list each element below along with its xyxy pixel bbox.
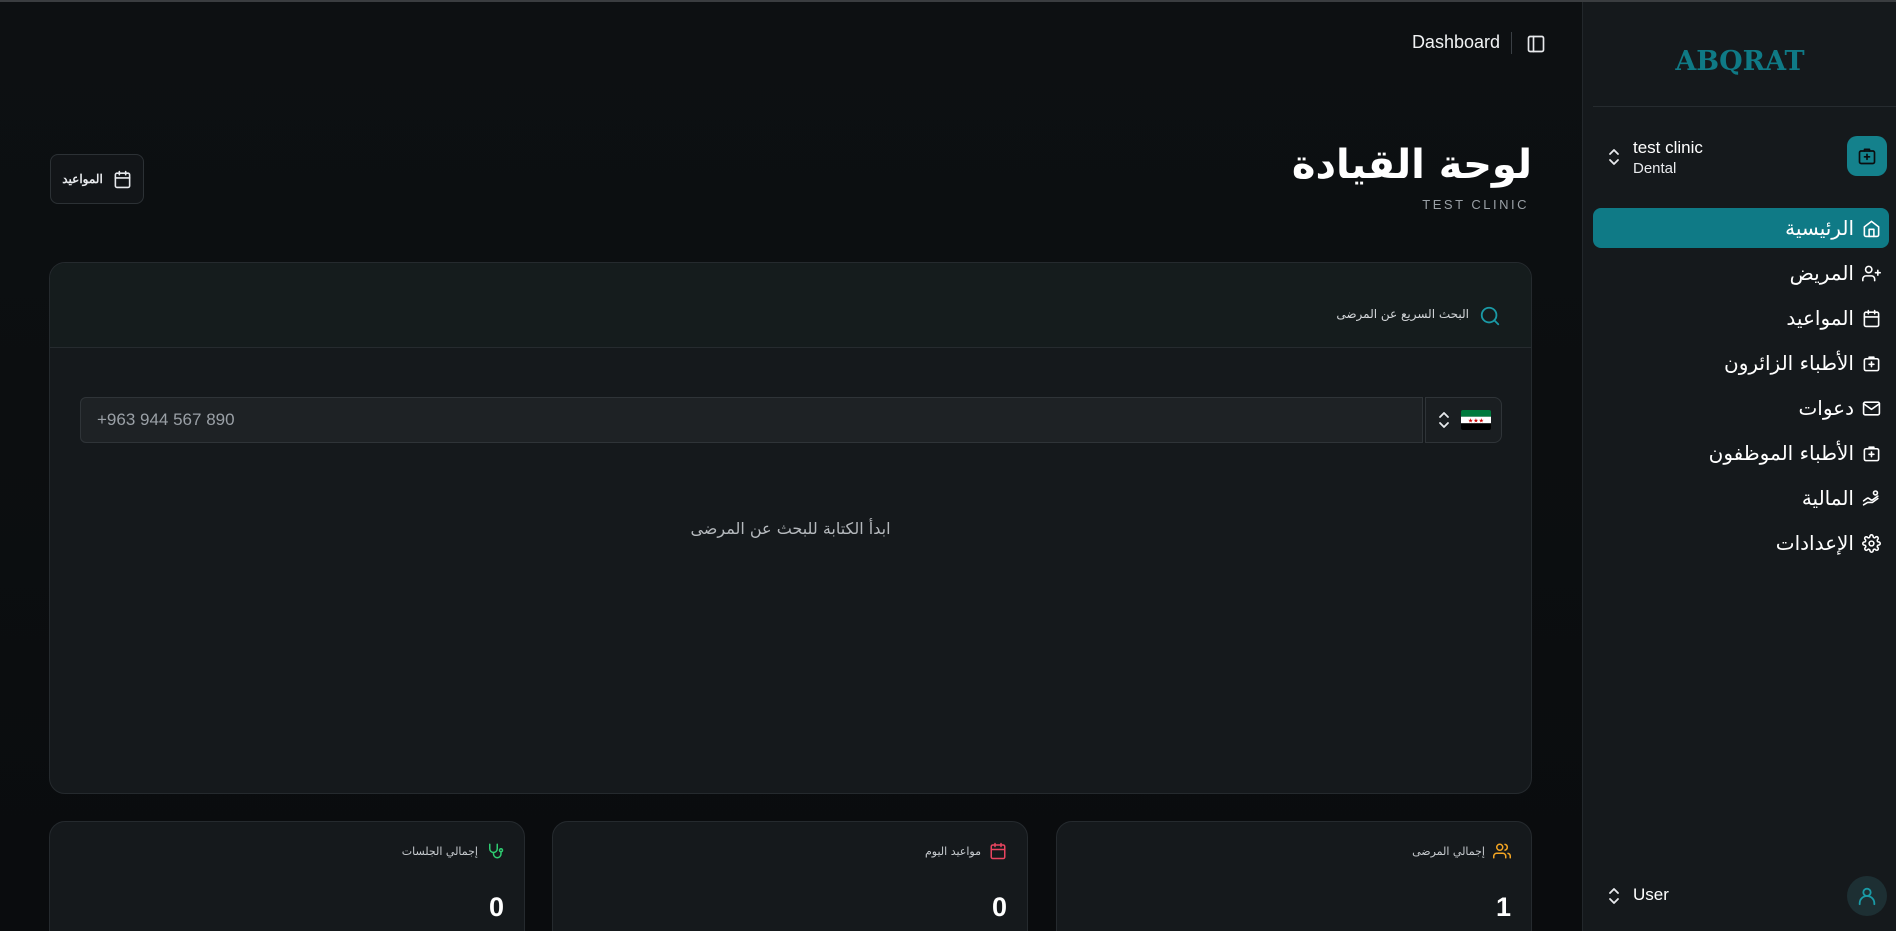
sidebar-item-label: الرئيسية — [1785, 216, 1854, 240]
clinic-name: test clinic — [1633, 138, 1703, 157]
sidebar-nav: الرئيسية المريض المواعيد الأطباء الزائرو… — [1593, 208, 1889, 568]
appointments-button[interactable]: المواعيد — [50, 154, 144, 204]
sidebar-item-invitations[interactable]: دعوات — [1593, 388, 1889, 428]
users-icon — [1493, 842, 1511, 860]
quick-search-title: البحث السريع عن المرضى — [1336, 307, 1469, 321]
stat-label: مواعيد اليوم — [924, 844, 981, 858]
avatar — [1847, 876, 1887, 916]
sidebar-item-label: الأطباء الموظفون — [1708, 441, 1854, 465]
clinic-switcher[interactable]: test clinic Dental — [1593, 132, 1887, 182]
stat-header: إجمالي المرضى — [1412, 842, 1511, 860]
search-icon — [1479, 305, 1501, 327]
sidebar-item-finance[interactable]: المالية — [1593, 478, 1889, 518]
stat-value: 1 — [1495, 892, 1511, 922]
sidebar-divider — [1593, 106, 1896, 107]
appointments-button-label: المواعيد — [62, 172, 103, 186]
stat-header: مواعيد اليوم — [925, 842, 1007, 860]
stat-card-total-sessions: إجمالي الجلسات 0 — [49, 821, 525, 931]
svg-text:★★★: ★★★ — [1467, 418, 1483, 425]
stat-header: إجمالي الجلسات — [402, 842, 504, 860]
calendar-icon — [989, 842, 1007, 860]
quick-search-card: البحث السريع عن المرضى +963 944 567 890 … — [49, 262, 1532, 794]
home-icon — [1862, 219, 1881, 238]
chevron-up-down-icon — [1607, 148, 1621, 166]
clinic-type: Dental — [1633, 160, 1677, 177]
gear-icon — [1862, 533, 1881, 553]
stat-card-total-patients: إجمالي المرضى 1 — [1056, 821, 1532, 931]
page-subtitle: TEST CLINIC — [1422, 197, 1529, 212]
phone-search-row: +963 944 567 890 ★★★ — [80, 397, 1502, 443]
stat-label: إجمالي الجلسات — [401, 844, 478, 858]
stat-label: إجمالي المرضى — [1412, 844, 1485, 858]
sidebar-item-label: المواعيد — [1786, 306, 1854, 330]
medical-bag-icon — [1862, 444, 1881, 463]
sidebar-item-label: الأطباء الزائرون — [1724, 351, 1854, 375]
sidebar-item-label: دعوات — [1798, 396, 1854, 420]
sidebar-toggle-icon[interactable] — [1526, 34, 1546, 54]
sidebar-item-home[interactable]: الرئيسية — [1593, 208, 1889, 248]
sidebar-item-patient[interactable]: المريض — [1593, 253, 1889, 293]
quick-search-header: البحث السريع عن المرضى — [50, 263, 1531, 348]
calendar-icon — [113, 170, 132, 189]
medical-bag-icon — [1862, 354, 1881, 373]
sidebar-item-settings[interactable]: الإعدادات — [1593, 523, 1889, 563]
calendar-icon — [1862, 309, 1881, 328]
hospital-icon — [1847, 136, 1887, 176]
search-empty-hint: ابدأ الكتابة للبحث عن المرضى — [690, 519, 891, 538]
top-bar: Dashboard — [0, 2, 1582, 84]
sidebar-item-label: المريض — [1789, 261, 1854, 285]
chevron-up-down-icon — [1437, 411, 1451, 429]
user-name: User — [1633, 885, 1669, 904]
sidebar-item-label: الإعدادات — [1775, 531, 1854, 555]
phone-search-input[interactable]: +963 944 567 890 — [80, 397, 1423, 443]
sidebar-item-staff-doctors[interactable]: الأطباء الموظفون — [1593, 433, 1889, 473]
country-code-select[interactable]: ★★★ — [1425, 397, 1502, 443]
app-logo[interactable]: ABQRAT — [1583, 46, 1896, 77]
syria-flag-icon: ★★★ — [1460, 410, 1491, 430]
stat-value: 0 — [991, 892, 1007, 922]
breadcrumb-separator — [1511, 32, 1512, 54]
page-title: لوحة القيادة — [1291, 142, 1532, 188]
sidebar-item-label: المالية — [1801, 486, 1854, 510]
user-menu[interactable]: User — [1593, 872, 1887, 920]
chevron-up-down-icon — [1607, 887, 1621, 905]
breadcrumb[interactable]: Dashboard — [1412, 32, 1500, 53]
stethoscope-icon — [486, 842, 504, 860]
stat-card-today-appointments: مواعيد اليوم 0 — [552, 821, 1028, 931]
sidebar: ABQRAT test clinic Dental الرئيسية المري… — [1582, 2, 1896, 931]
sidebar-item-visiting-doctors[interactable]: الأطباء الزائرون — [1593, 343, 1889, 383]
mail-icon — [1862, 399, 1881, 418]
hand-coins-icon — [1862, 489, 1881, 508]
sidebar-item-appointments[interactable]: المواعيد — [1593, 298, 1889, 338]
stat-value: 0 — [488, 892, 504, 922]
user-plus-icon — [1862, 264, 1881, 283]
main-content: Dashboard المواعيد لوحة القيادة TEST CLI… — [0, 2, 1582, 931]
